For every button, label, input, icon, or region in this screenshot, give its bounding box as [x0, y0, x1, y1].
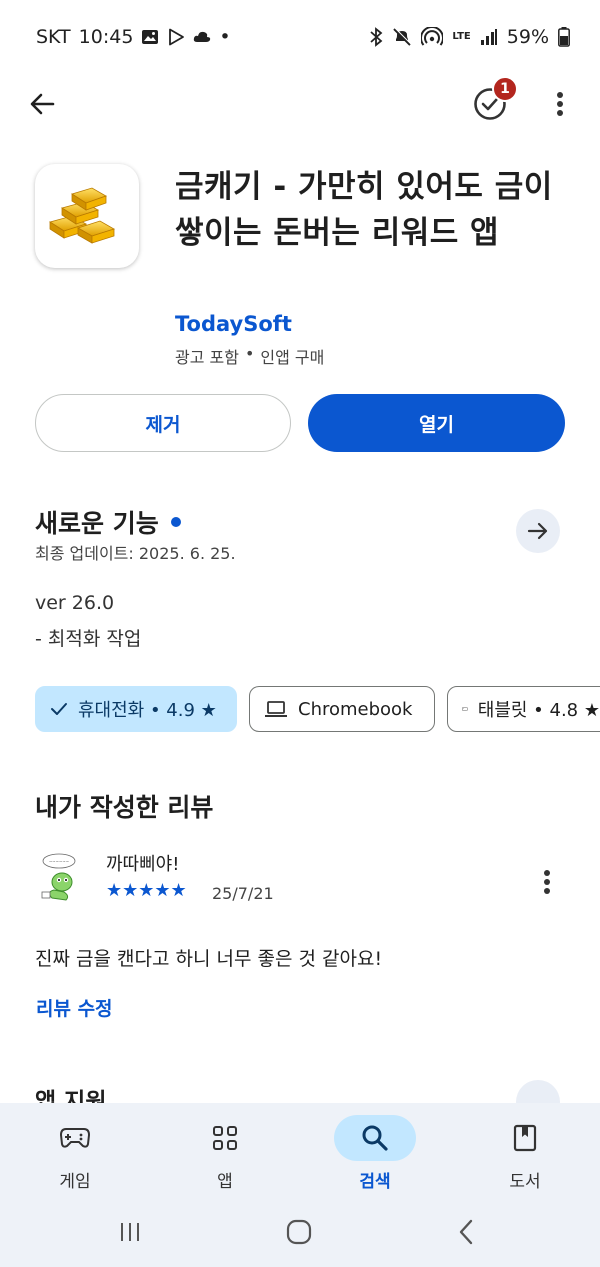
nav-games[interactable]: 게임 [0, 1103, 150, 1199]
review-stars: ★★★★★ [106, 880, 187, 901]
gamepad-icon [60, 1128, 90, 1148]
apps-grid-icon [213, 1126, 237, 1150]
notification-badge: 1 [492, 76, 518, 102]
uninstall-button[interactable]: 제거 [35, 394, 291, 452]
arrow-back-icon [30, 93, 55, 115]
network-type: LTE [452, 31, 471, 42]
tablet-icon [462, 707, 468, 711]
more-vert-icon [544, 870, 550, 894]
status-bar: SKT 10:45 • LTE 59% [0, 0, 600, 76]
app-meta: 광고 포함 • 인앱 구매 [175, 344, 324, 368]
home-icon [286, 1219, 312, 1245]
developer-link[interactable]: TodaySoft [175, 312, 292, 336]
book-icon [513, 1124, 537, 1152]
battery-icon [558, 27, 570, 47]
arrow-forward-icon [527, 522, 548, 540]
recents-icon [121, 1223, 139, 1241]
recent-apps-button[interactable] [110, 1215, 150, 1249]
gold-bars-icon [49, 187, 115, 244]
nav-books-label: 도서 [509, 1172, 541, 1192]
nav-search[interactable]: 검색 [300, 1103, 450, 1199]
nav-apps-label: 앱 [217, 1172, 233, 1192]
whats-new-title: 새로운 기능 [35, 509, 159, 538]
system-navigation-bar [0, 1199, 600, 1267]
app-icon [35, 164, 139, 268]
review-more-button[interactable] [532, 864, 562, 900]
device-chip-row: 휴대전화 • 4.9 ★ Chromebook 태블릿 • 4.8 ★ [35, 686, 600, 732]
review-text: 진짜 금을 캔다고 하니 너무 좋은 것 같아요! [35, 948, 383, 970]
status-right: LTE 59% [369, 26, 570, 48]
check-icon [51, 703, 67, 715]
battery-percent: 59% [506, 26, 549, 48]
chip-tablet-label: 태블릿 • 4.8 ★ [477, 700, 600, 721]
chip-chromebook-label: Chromebook [298, 698, 413, 720]
my-review-heading: 내가 작성한 리뷰 [35, 793, 214, 822]
hotspot-icon [421, 27, 444, 47]
in-app-purchase-label: 인앱 구매 [260, 348, 325, 367]
mute-icon [392, 27, 412, 47]
last-updated: 최종 업데이트: 2025. 6. 25. [35, 544, 236, 563]
new-indicator-dot [170, 517, 181, 527]
status-left: SKT 10:45 • [36, 26, 231, 48]
nav-games-icon-wrap [34, 1115, 116, 1161]
nav-games-label: 게임 [59, 1172, 91, 1192]
overflow-menu-button[interactable] [540, 84, 580, 124]
app-title: 금캐기 - 가만히 있어도 금이 쌓이는 돈버는 리워드 앱 [175, 169, 553, 251]
whats-new-heading[interactable]: 새로운 기능 [35, 504, 181, 540]
chevron-left-icon [459, 1219, 473, 1245]
search-icon [362, 1125, 388, 1151]
system-back-button[interactable] [446, 1215, 486, 1249]
review-date: 25/7/21 [212, 884, 274, 903]
nav-search-label: 검색 [359, 1172, 391, 1192]
chip-chromebook[interactable]: Chromebook [249, 686, 435, 732]
whats-new-arrow-button[interactable] [516, 509, 560, 553]
cloud-icon [193, 30, 211, 44]
version-text: ver 26.0 [35, 592, 115, 614]
chip-tablet[interactable]: 태블릿 • 4.8 ★ [447, 686, 600, 732]
nav-apps-icon-wrap [184, 1115, 266, 1161]
top-app-bar: 1 [0, 76, 600, 132]
meta-separator: • [244, 344, 255, 363]
signal-icon [480, 28, 498, 46]
reviewer-avatar: ~~~~~~ [36, 852, 82, 904]
chip-phone-label: 휴대전화 • 4.9 ★ [78, 700, 217, 721]
clock: 10:45 [78, 26, 134, 48]
contains-ads-label: 광고 포함 [175, 348, 239, 367]
home-button[interactable] [279, 1215, 319, 1249]
back-button[interactable] [22, 84, 62, 124]
svg-text:~~~~~~: ~~~~~~ [49, 859, 69, 864]
nav-search-icon-wrap [334, 1115, 416, 1161]
chip-phone[interactable]: 휴대전화 • 4.9 ★ [35, 686, 237, 732]
open-button[interactable]: 열기 [308, 394, 565, 452]
nav-apps[interactable]: 앱 [150, 1103, 300, 1199]
laptop-icon [265, 701, 287, 717]
gallery-icon [141, 28, 159, 46]
more-vert-icon [557, 92, 563, 116]
carrier-label: SKT [36, 26, 71, 48]
bottom-navigation: 게임 앱 검색 도서 [0, 1103, 600, 1199]
play-store-icon [167, 28, 185, 46]
release-notes: - 최적화 작업 [35, 628, 142, 650]
more-notifications-dot: • [219, 26, 231, 48]
bluetooth-icon [369, 27, 383, 47]
edit-review-link[interactable]: 리뷰 수정 [36, 994, 113, 1021]
reviewer-name: 까따삐야! [106, 854, 180, 875]
nav-books[interactable]: 도서 [450, 1103, 600, 1199]
nav-books-icon-wrap [484, 1115, 566, 1161]
